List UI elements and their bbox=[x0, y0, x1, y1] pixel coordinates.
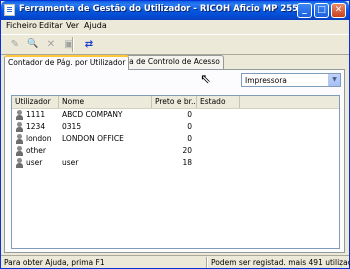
list-header: Utilizador Nome Preto e br... Estado bbox=[12, 96, 339, 109]
delete-icon[interactable]: ✕ bbox=[43, 37, 59, 52]
table-row[interactable]: london LONDON OFFICE 0 bbox=[12, 133, 339, 145]
cell-user: 1111 bbox=[26, 110, 46, 119]
user-list[interactable]: Utilizador Nome Preto e br... Estado 111… bbox=[11, 95, 340, 249]
status-user-capacity: Podem ser registad. mais 491 utilizad. bbox=[211, 258, 350, 267]
user-icon bbox=[15, 134, 24, 144]
table-row[interactable]: user user 18 bbox=[12, 157, 339, 169]
close-button[interactable]: ✕ bbox=[331, 3, 346, 18]
column-header-status[interactable]: Estado bbox=[197, 96, 240, 108]
column-header-name[interactable]: Nome bbox=[59, 96, 152, 108]
user-icon bbox=[15, 122, 24, 132]
counter-type-select[interactable]: Impressora ▼ bbox=[241, 73, 341, 87]
cell-count: 20 bbox=[182, 146, 192, 155]
cell-user: other bbox=[26, 146, 46, 155]
chevron-down-icon[interactable]: ▼ bbox=[328, 74, 340, 86]
table-row[interactable]: 1111 ABCD COMPANY 0 bbox=[12, 109, 339, 121]
edit-icon[interactable]: ✎ bbox=[7, 37, 23, 52]
app-icon[interactable] bbox=[4, 4, 15, 16]
cell-count: 18 bbox=[182, 158, 192, 167]
select-value: Impressora bbox=[245, 76, 287, 85]
user-icon bbox=[15, 110, 24, 120]
cell-name: 0315 bbox=[62, 122, 82, 131]
status-divider bbox=[206, 257, 207, 268]
resize-grip-icon[interactable]: ⋰ bbox=[340, 260, 347, 268]
menu-ficheiro[interactable]: Ficheiro bbox=[6, 21, 37, 30]
menu-ajuda[interactable]: Ajuda bbox=[84, 21, 107, 30]
cell-name: ABCD COMPANY bbox=[62, 110, 123, 119]
minimize-button[interactable]: _ bbox=[297, 3, 312, 18]
cell-user: london bbox=[26, 134, 52, 143]
app-window: Ferramenta de Gestão do Utilizador - RIC… bbox=[0, 0, 350, 269]
toolbar: ✎ 🔍 ✕ ▣ ⇄ bbox=[1, 34, 349, 55]
column-header-black-white[interactable]: Preto e br... bbox=[152, 96, 197, 108]
cell-user: user bbox=[26, 158, 43, 167]
menu-bar: Ficheiro Editar Ver Ajuda bbox=[1, 20, 349, 33]
cell-name: user bbox=[62, 158, 79, 167]
status-help-text: Para obter Ajuda, prima F1 bbox=[4, 258, 105, 267]
menu-ver[interactable]: Ver bbox=[66, 21, 79, 30]
user-icon bbox=[15, 146, 24, 156]
cell-name: LONDON OFFICE bbox=[62, 134, 124, 143]
search-icon[interactable]: 🔍 bbox=[25, 37, 41, 52]
menu-editar[interactable]: Editar bbox=[39, 21, 63, 30]
status-bar: Para obter Ajuda, prima F1 Podem ser reg… bbox=[1, 255, 350, 269]
properties-icon[interactable]: ▣ bbox=[61, 37, 77, 52]
user-icon bbox=[15, 158, 24, 168]
column-header-user[interactable]: Utilizador bbox=[12, 96, 59, 108]
title-bar[interactable]: Ferramenta de Gestão do Utilizador - RIC… bbox=[1, 1, 349, 20]
refresh-icon[interactable]: ⇄ bbox=[81, 37, 97, 52]
table-row[interactable]: other 20 bbox=[12, 145, 339, 157]
tab-panel: ⇖ Impressora ▼ Utilizador Nome Preto e b… bbox=[4, 69, 345, 253]
table-row[interactable]: 1234 0315 0 bbox=[12, 121, 339, 133]
cell-count: 0 bbox=[187, 122, 192, 131]
cell-count: 0 bbox=[187, 134, 192, 143]
toolbar-separator bbox=[72, 37, 73, 52]
cell-count: 0 bbox=[187, 110, 192, 119]
mouse-cursor-icon: ⇖ bbox=[200, 72, 211, 87]
maximize-button[interactable]: □ bbox=[314, 3, 329, 18]
tab-page-counter[interactable]: Contador de Pág. por Utilizador bbox=[4, 55, 130, 70]
window-title: Ferramenta de Gestão do Utilizador - RIC… bbox=[19, 4, 311, 14]
cell-user: 1234 bbox=[26, 122, 46, 131]
